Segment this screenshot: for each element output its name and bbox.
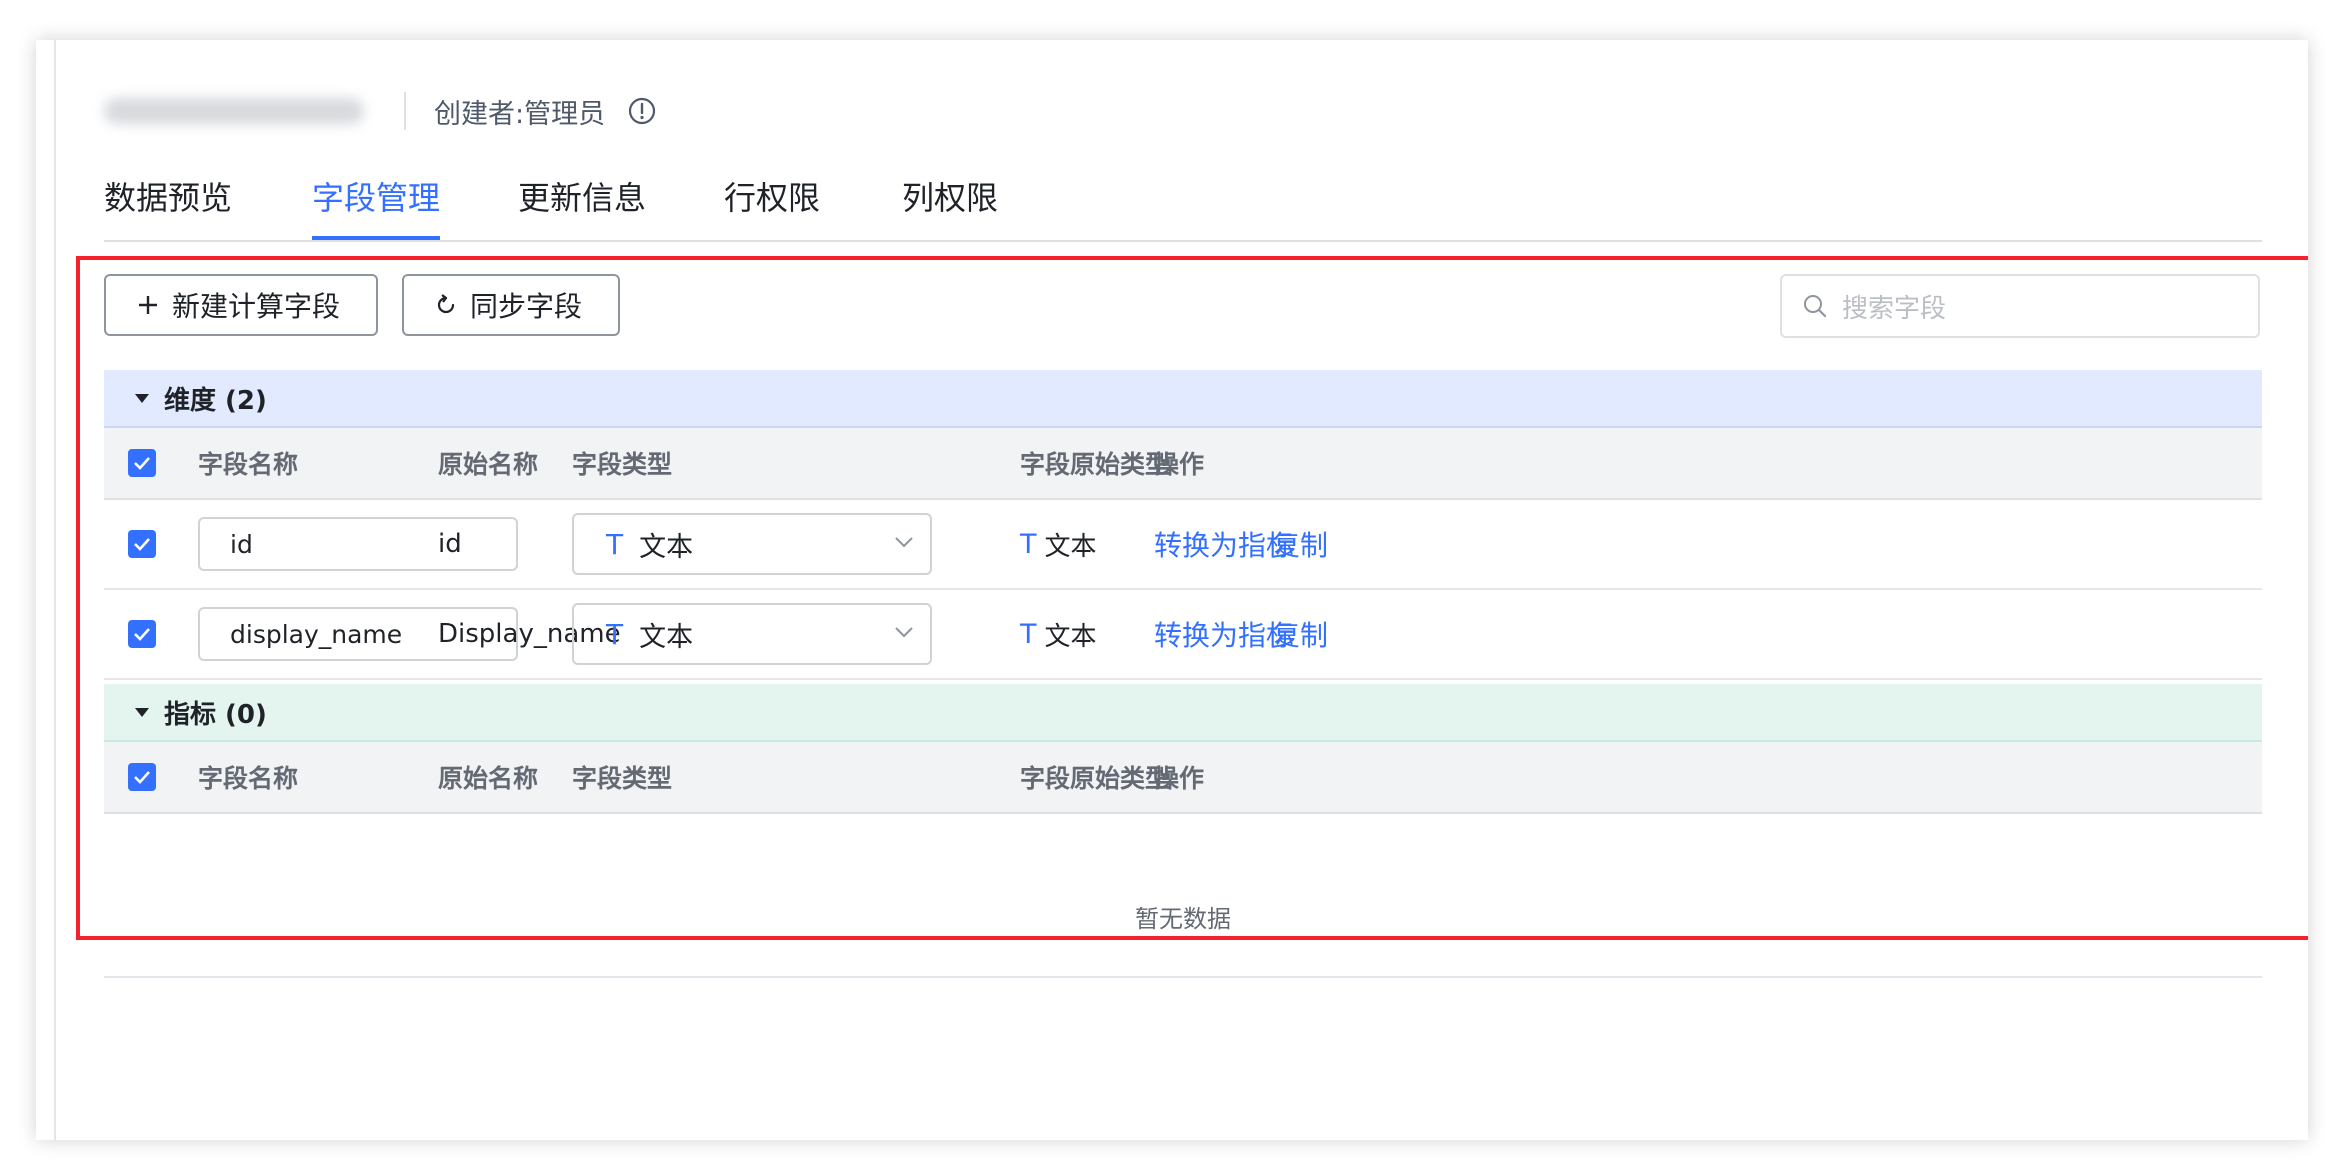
highlight-box [76, 256, 2308, 940]
tab-column-permission[interactable]: 列权限 [902, 170, 998, 238]
creator-label: 创建者:管理员 [434, 98, 606, 130]
dataset-panel: 创建者:管理员 数据预览 字段管理 更新信息 行权限 列权限 新建计算字段 同步… [36, 40, 2308, 1140]
header-divider [404, 92, 406, 130]
tab-field-management[interactable]: 字段管理 [312, 170, 441, 240]
dataset-title-blurred [104, 98, 364, 124]
dataset-header: 创建者:管理员 [104, 86, 657, 136]
tab-data-preview[interactable]: 数据预览 [104, 170, 232, 238]
info-circle-icon[interactable] [627, 96, 657, 126]
tab-bar: 数据预览 字段管理 更新信息 行权限 列权限 [104, 170, 2262, 242]
panel-left-border [54, 40, 56, 1140]
tab-update-info[interactable]: 更新信息 [518, 170, 646, 238]
tab-row-permission[interactable]: 行权限 [724, 170, 820, 238]
